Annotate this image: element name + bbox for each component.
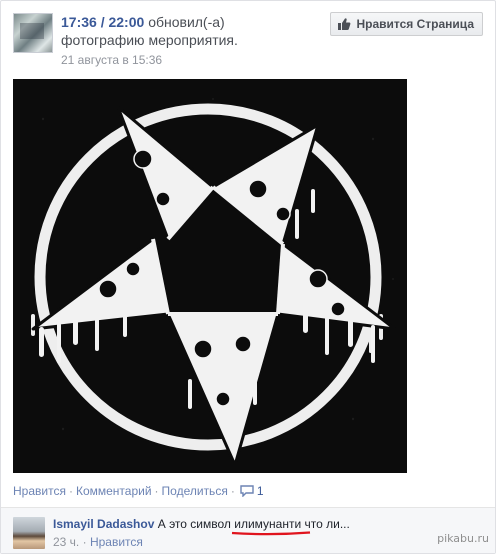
post-timestamp[interactable]: 21 августа в 15:36 <box>61 53 162 67</box>
comment-meta: 23 ч. · Нравится <box>53 535 143 549</box>
pentagram-pizza-image <box>13 79 407 473</box>
comments-section: Ismayil Dadashov А это символ илимунанти… <box>1 507 495 553</box>
comment-link[interactable]: Комментарий <box>76 484 152 498</box>
facebook-post: 17:36 / 22:00 обновил(-а) фотографию мер… <box>0 0 496 554</box>
like-page-button[interactable]: Нравится Страница <box>330 12 483 36</box>
like-link[interactable]: Нравится <box>13 484 66 498</box>
share-link[interactable]: Поделиться <box>162 484 228 498</box>
pikabu-watermark: pikabu.ru <box>437 532 489 545</box>
post-photo[interactable] <box>13 79 407 473</box>
comment-bubble-icon[interactable] <box>240 485 254 498</box>
action-text: обновил(-а) <box>148 14 225 30</box>
comment-text-after: что ли... <box>301 517 350 531</box>
comment-author[interactable]: Ismayil Dadashov <box>53 517 154 531</box>
post-actions: Нравится · Комментарий · Поделиться · 1 <box>13 484 264 498</box>
thumbs-up-icon <box>337 17 351 31</box>
post-headline: 17:36 / 22:00 обновил(-а) <box>61 14 225 30</box>
action-text-line2: фотографию мероприятия. <box>61 32 238 48</box>
comment-text-before: А это символ <box>157 517 235 531</box>
page-name-link[interactable]: 17:36 / 22:00 <box>61 14 144 30</box>
commenter-avatar[interactable] <box>13 517 45 549</box>
red-underline-mark <box>232 531 311 536</box>
post-header: 17:36 / 22:00 обновил(-а) фотографию мер… <box>13 11 485 71</box>
comment-body: Ismayil Dadashov А это символ илимунанти… <box>53 517 350 536</box>
underlined-word: илимунанти <box>232 517 311 536</box>
like-page-label: Нравится Страница <box>356 17 474 31</box>
comment-time[interactable]: 23 ч. <box>53 535 79 549</box>
comment-like-link[interactable]: Нравится <box>90 535 143 549</box>
comment-count[interactable]: 1 <box>257 484 264 498</box>
page-avatar[interactable] <box>13 13 53 53</box>
